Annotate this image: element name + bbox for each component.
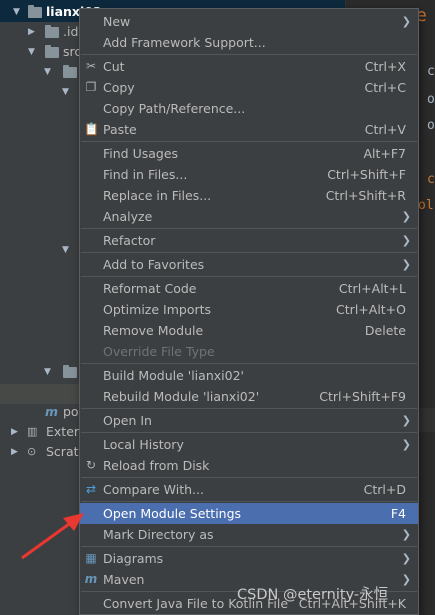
watermark: CSDN @eternity-永恒 [237, 587, 389, 603]
annotation-arrow [21, 513, 84, 560]
